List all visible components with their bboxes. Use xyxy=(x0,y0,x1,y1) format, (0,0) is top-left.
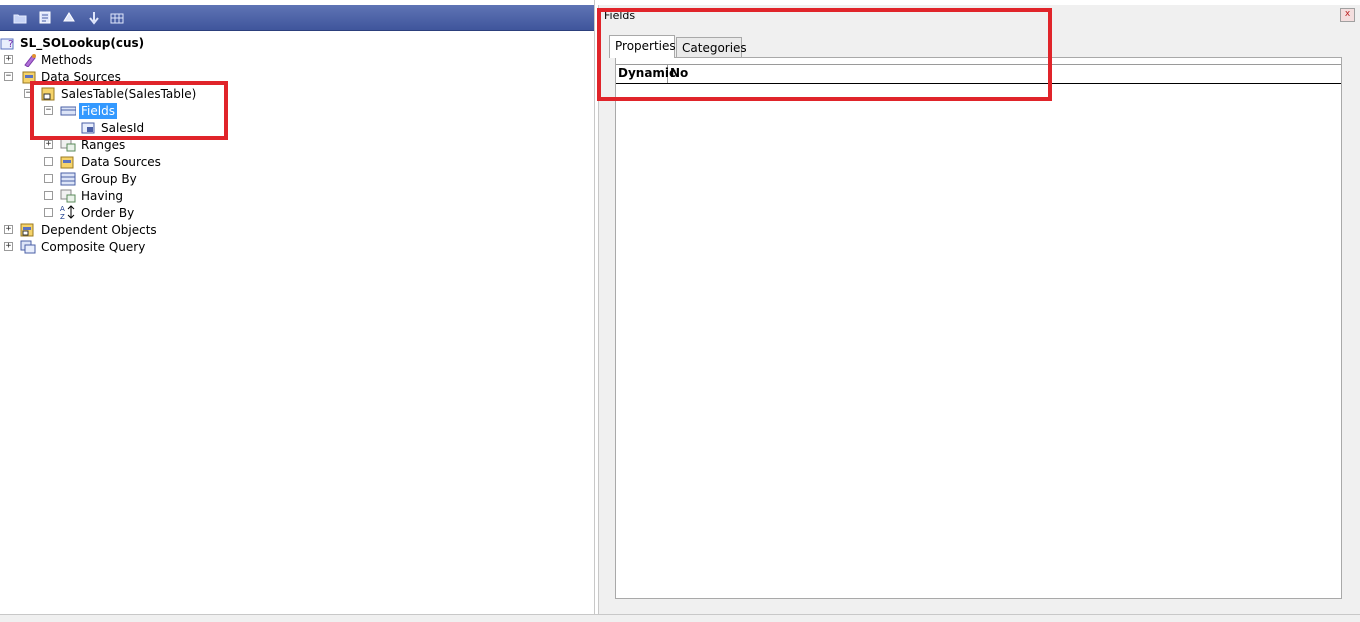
sort-az-icon: AZ xyxy=(60,205,76,220)
expand-icon[interactable]: + xyxy=(4,242,13,251)
group-by-icon xyxy=(60,172,76,186)
tree-item-salesid[interactable]: SalesId xyxy=(0,120,300,137)
tree-item-label: Data Sources xyxy=(81,155,161,169)
tree-item-order-by[interactable]: AZ Order By xyxy=(0,205,300,222)
expander-box[interactable] xyxy=(44,191,53,200)
ranges-icon xyxy=(60,138,76,152)
expand-icon[interactable]: + xyxy=(4,55,13,64)
tree-item-label: Methods xyxy=(41,53,93,67)
close-button[interactable]: x xyxy=(1340,8,1355,22)
tree-item-label: Composite Query xyxy=(41,240,146,254)
tree-item-label: Having xyxy=(81,189,124,203)
expander-box[interactable] xyxy=(44,208,53,217)
tree-item-label: Dependent Objects xyxy=(41,223,157,237)
fields-icon xyxy=(60,104,76,118)
table-icon xyxy=(41,87,57,101)
field-icon xyxy=(81,121,97,135)
tree-item-label: SalesTable(SalesTable) xyxy=(61,87,197,101)
move-down-icon[interactable] xyxy=(86,10,102,25)
tree-item-label: Data Sources xyxy=(41,70,121,84)
open-folder-icon[interactable] xyxy=(12,10,28,25)
expand-icon[interactable]: + xyxy=(44,140,53,149)
tree-item-ranges[interactable]: + Ranges xyxy=(0,137,300,154)
tree-item-data-sources[interactable]: − Data Sources xyxy=(0,69,300,86)
tree-item-dependent-objects[interactable]: + Dependent Objects xyxy=(0,222,300,239)
collapse-icon[interactable]: − xyxy=(44,106,53,115)
tree-item-having[interactable]: Having xyxy=(0,188,300,205)
aot-tree-pane: ? SL_SOLookup(cus) + Methods − Data Sour… xyxy=(0,0,595,614)
properties-pane: Fields x Properties Categories Dynamic N… xyxy=(598,5,1360,614)
property-grid: Dynamic No xyxy=(615,57,1342,599)
expander-box[interactable] xyxy=(44,157,53,166)
property-name: Dynamic xyxy=(616,65,676,83)
tab-properties[interactable]: Properties xyxy=(609,35,676,58)
expand-icon[interactable]: + xyxy=(4,225,13,234)
svg-text:A: A xyxy=(60,205,65,213)
data-sources-icon xyxy=(22,70,38,84)
svg-text:Z: Z xyxy=(60,213,65,220)
composite-query-icon xyxy=(20,240,36,254)
collapse-icon[interactable]: − xyxy=(24,89,33,98)
tree-toolbar xyxy=(0,5,594,31)
tree-item-fields[interactable]: − Fields xyxy=(0,103,300,120)
tree-item-label: Group By xyxy=(81,172,137,186)
tree-item-label: Fields xyxy=(79,103,117,119)
tree-root-label: SL_SOLookup(cus) xyxy=(20,36,145,50)
tree-item-label: Order By xyxy=(81,206,135,220)
tree-item-nested-data-sources[interactable]: Data Sources xyxy=(0,154,300,171)
compile-icon[interactable] xyxy=(61,10,77,25)
tab-categories[interactable]: Categories xyxy=(676,37,747,58)
properties-title: Fields xyxy=(604,9,636,22)
grid-icon[interactable] xyxy=(109,10,125,25)
tree-item-methods[interactable]: + Methods xyxy=(0,52,300,69)
properties-icon[interactable] xyxy=(37,10,53,25)
tree-item-composite-query[interactable]: + Composite Query xyxy=(0,239,300,256)
methods-icon xyxy=(22,53,38,67)
svg-text:?: ? xyxy=(8,39,13,50)
dependent-objects-icon xyxy=(20,223,36,237)
having-icon xyxy=(60,189,76,203)
property-row[interactable]: Dynamic No xyxy=(616,64,1341,84)
tree-item-label: Ranges xyxy=(81,138,126,152)
tree-item-group-by[interactable]: Group By xyxy=(0,171,300,188)
tree-item-salestable[interactable]: − SalesTable(SalesTable) xyxy=(0,86,300,103)
expander-box[interactable] xyxy=(44,174,53,183)
property-value[interactable]: No xyxy=(670,65,688,82)
tree-item-label: SalesId xyxy=(101,121,145,135)
query-icon: ? xyxy=(0,36,16,50)
collapse-icon[interactable]: − xyxy=(4,72,13,81)
data-sources-icon xyxy=(60,155,76,169)
